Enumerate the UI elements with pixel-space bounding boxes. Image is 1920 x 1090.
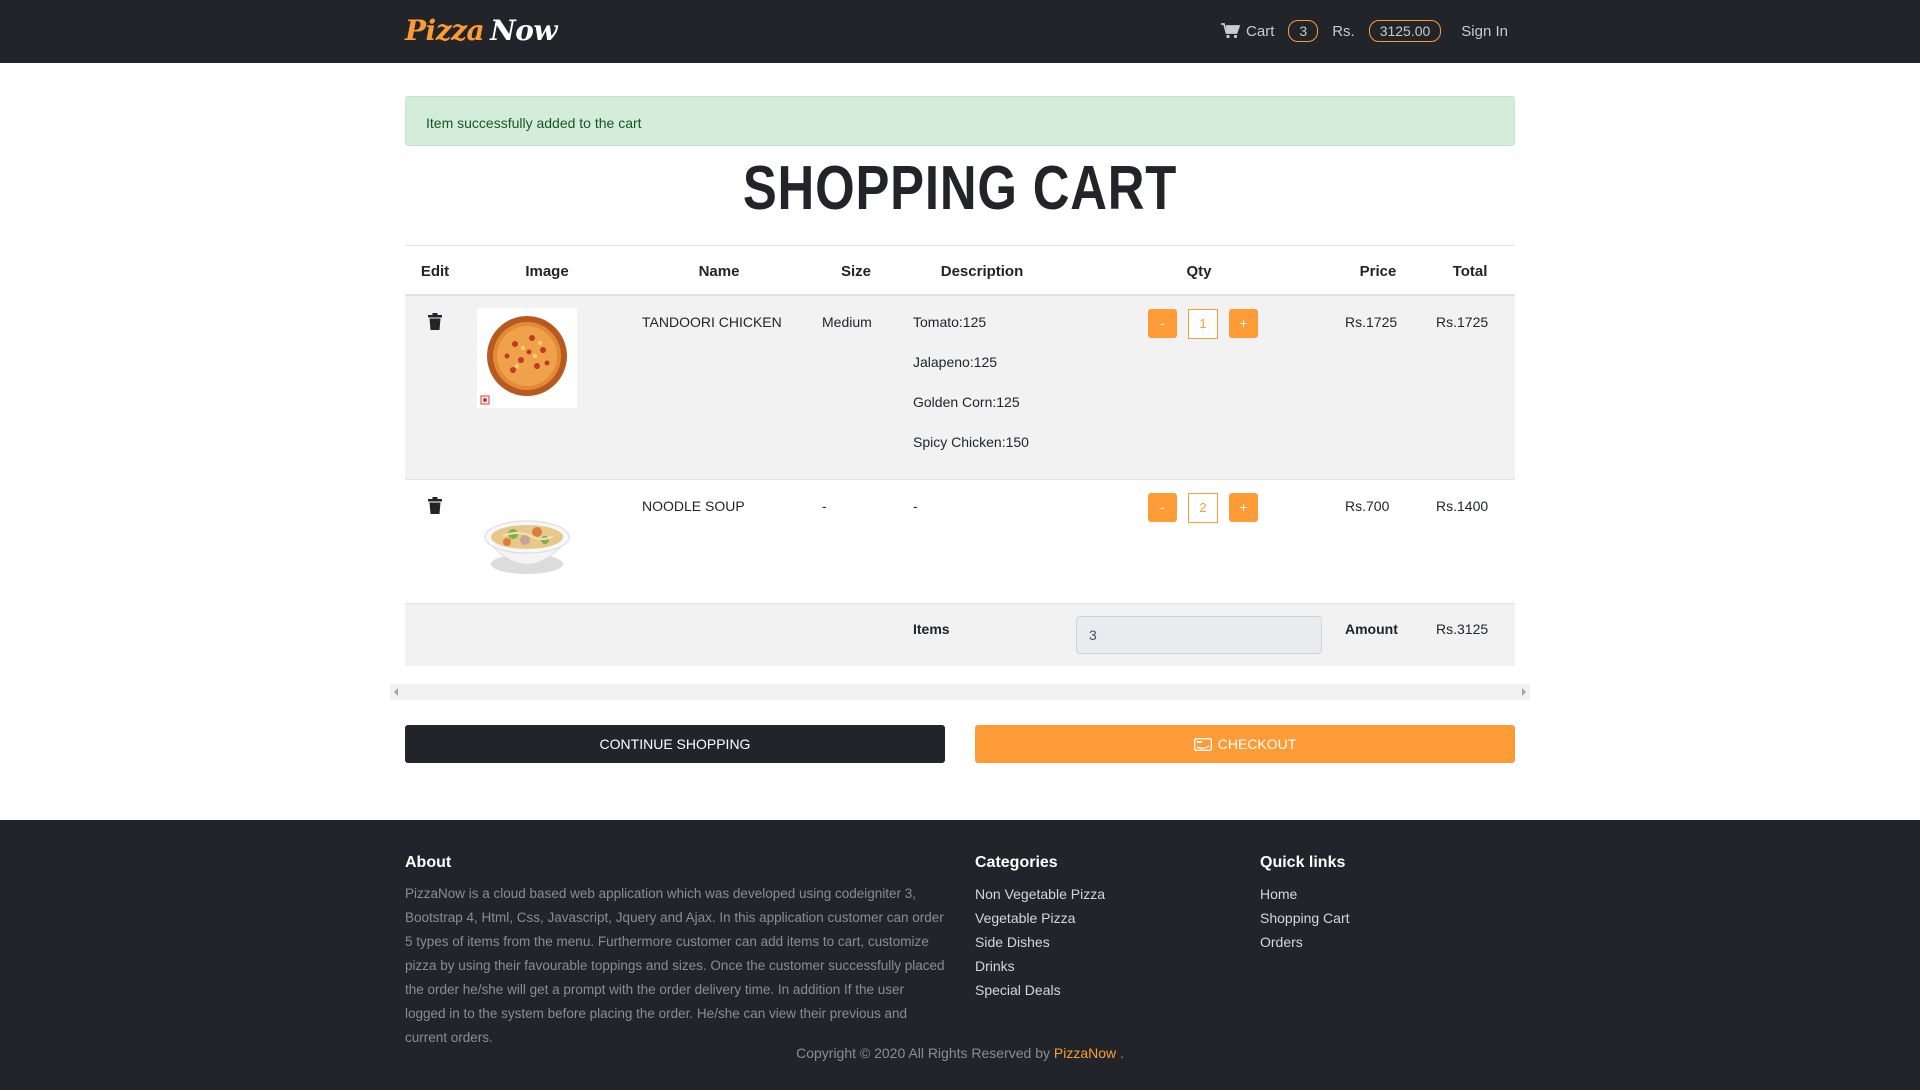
footer-quicklinks: Quick links Home Shopping Cart Orders <box>1260 854 1350 954</box>
table-header: Edit Image Name Size Description Qty Pri… <box>405 245 1515 296</box>
brand-part-2: Now <box>490 14 558 47</box>
header-name: Name <box>698 263 740 280</box>
copyright-text: Copyright © 2020 All Rights Reserved by <box>796 1045 1050 1061</box>
footer-about: About PizzaNow is a cloud based web appl… <box>405 854 945 1050</box>
scroll-right-arrow-icon[interactable] <box>1522 688 1526 696</box>
items-count-field[interactable] <box>1076 616 1322 654</box>
quicklinks-title: Quick links <box>1260 854 1346 871</box>
summary-row: Items Amount Rs.3125 <box>405 604 1515 666</box>
cart-label: Cart <box>1246 22 1275 40</box>
footer: About PizzaNow is a cloud based web appl… <box>0 820 1920 1090</box>
qty-value[interactable]: 2 <box>1188 493 1218 523</box>
qty-value[interactable]: 1 <box>1188 309 1218 339</box>
table-row: NOODLE SOUP - - - 2 + Rs.700 Rs.1400 <box>405 480 1515 604</box>
description-line: - <box>913 498 918 514</box>
item-size: Medium <box>822 314 872 330</box>
item-price: Rs.1725 <box>1345 314 1398 330</box>
qty-decrease-button[interactable]: - <box>1148 309 1177 338</box>
category-link[interactable]: Side Dishes <box>975 930 1105 954</box>
brand-logo[interactable]: Pizza Now <box>405 14 558 47</box>
description-line: Golden Corn:125 <box>913 394 1020 410</box>
quicklink[interactable]: Shopping Cart <box>1260 906 1350 930</box>
item-description: - <box>913 498 918 538</box>
item-price: Rs.700 <box>1345 498 1390 514</box>
header-qty: Qty <box>1186 263 1212 280</box>
shopping-cart-icon <box>1221 23 1241 39</box>
header-price: Price <box>1359 263 1397 280</box>
navbar-right: Cart 3 Rs. 3125.00 Sign In <box>1221 20 1508 42</box>
item-total: Rs.1400 <box>1436 498 1489 514</box>
amount-label: Amount <box>1345 621 1398 637</box>
copyright-suffix: . <box>1120 1045 1124 1061</box>
currency-label: Rs. <box>1332 22 1355 40</box>
header-description: Description <box>940 263 1024 280</box>
navbar: Pizza Now Cart 3 Rs. 3125.00 Sign In <box>0 0 1920 63</box>
page-title: SHOPPING CART <box>742 154 1178 223</box>
payment-icon <box>1193 737 1212 751</box>
cart-table: Edit Image Name Size Description Qty Pri… <box>405 245 1515 666</box>
item-name: TANDOORI CHICKEN <box>642 314 782 330</box>
copyright: Copyright © 2020 All Rights Reserved by … <box>0 1045 1920 1061</box>
noodle-soup-image <box>477 492 577 592</box>
header-edit: Edit <box>420 263 450 280</box>
cart-count-badge: 3 <box>1288 20 1319 42</box>
trash-icon[interactable] <box>428 497 442 517</box>
quicklink[interactable]: Home <box>1260 882 1350 906</box>
scroll-left-arrow-icon[interactable] <box>394 688 398 696</box>
sign-in-link[interactable]: Sign In <box>1461 23 1508 40</box>
description-line: Spicy Chicken:150 <box>913 434 1029 450</box>
trash-icon[interactable] <box>428 313 442 333</box>
table-row: TANDOORI CHICKEN Medium Tomato:125 Jalap… <box>405 296 1515 480</box>
header-size: Size <box>840 263 872 280</box>
qty-decrease-button[interactable]: - <box>1148 493 1177 522</box>
qty-increase-button[interactable]: + <box>1229 309 1258 338</box>
success-alert: Item successfully added to the cart <box>405 96 1515 146</box>
quicklink[interactable]: Orders <box>1260 930 1350 954</box>
amount-value: Rs.3125 <box>1436 621 1489 637</box>
checkout-button[interactable]: CHECKOUT <box>975 725 1515 763</box>
category-link[interactable]: Drinks <box>975 954 1105 978</box>
cart-link[interactable]: Cart <box>1221 23 1274 40</box>
pizza-image <box>477 308 577 408</box>
qty-increase-button[interactable]: + <box>1229 493 1258 522</box>
about-title: About <box>405 854 452 871</box>
footer-categories: Categories Non Vegetable Pizza Vegetable… <box>975 854 1105 1002</box>
continue-shopping-button[interactable]: CONTINUE SHOPPING <box>405 725 945 763</box>
copyright-brand-link[interactable]: PizzaNow <box>1054 1045 1116 1061</box>
brand-part-1: Pizza <box>405 14 485 47</box>
header-image: Image <box>525 263 569 280</box>
horizontal-scrollbar[interactable] <box>390 684 1530 700</box>
item-total: Rs.1725 <box>1436 314 1489 330</box>
about-text: PizzaNow is a cloud based web applicatio… <box>405 886 945 1045</box>
items-label: Items <box>913 621 950 637</box>
item-size: - <box>822 498 827 514</box>
checkout-label: CHECKOUT <box>1217 736 1297 752</box>
cart-total-badge: 3125.00 <box>1368 20 1442 42</box>
item-name: NOODLE SOUP <box>642 498 745 514</box>
description-line: Jalapeno:125 <box>913 354 998 370</box>
category-link[interactable]: Special Deals <box>975 978 1105 1002</box>
category-link[interactable]: Vegetable Pizza <box>975 906 1105 930</box>
category-link[interactable]: Non Vegetable Pizza <box>975 882 1105 906</box>
header-total: Total <box>1452 263 1488 280</box>
description-line: Tomato:125 <box>913 314 987 330</box>
item-description: Tomato:125 Jalapeno:125 Golden Corn:125 … <box>913 314 1029 474</box>
categories-title: Categories <box>975 854 1058 871</box>
